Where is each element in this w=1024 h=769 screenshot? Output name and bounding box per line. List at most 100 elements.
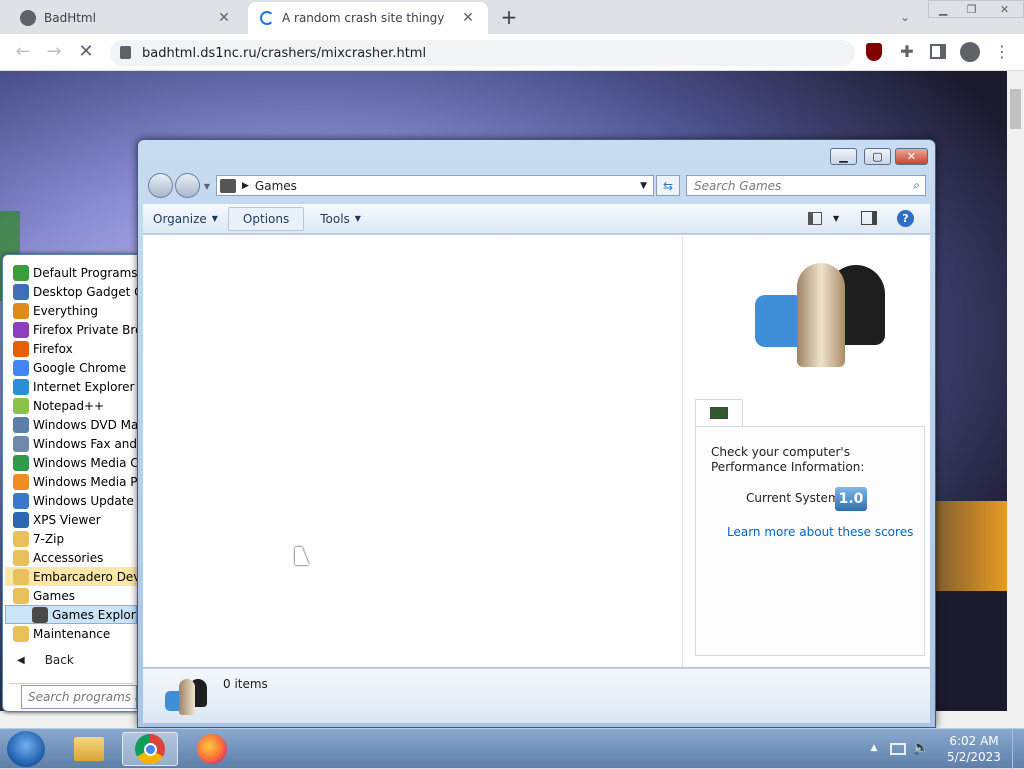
- maximize-button[interactable]: ▢: [864, 148, 891, 165]
- network-icon[interactable]: [890, 743, 906, 755]
- close-button[interactable]: ✕: [895, 148, 928, 165]
- show-desktop-button[interactable]: [1012, 729, 1024, 769]
- start-menu-item[interactable]: Internet Explorer: [5, 377, 137, 396]
- tools-menu[interactable]: Tools ▼: [310, 207, 371, 231]
- ublock-icon[interactable]: [866, 43, 882, 61]
- start-menu-item-label: Default Programs: [33, 265, 137, 280]
- options-button[interactable]: Options: [227, 206, 305, 231]
- start-menu-item[interactable]: Windows Media Player: [5, 472, 137, 491]
- program-icon: [13, 435, 29, 452]
- start-menu-item[interactable]: 7-Zip: [5, 529, 137, 548]
- new-tab-button[interactable]: +: [497, 5, 521, 29]
- taskbar-chrome[interactable]: [122, 732, 178, 766]
- start-menu-item[interactable]: Windows Update: [5, 491, 137, 510]
- learn-more-link[interactable]: Learn more about these scores: [727, 525, 913, 539]
- extensions-icon[interactable]: ✚: [896, 40, 918, 62]
- start-menu-item[interactable]: Games: [5, 586, 137, 605]
- view-options-icon[interactable]: [808, 212, 822, 225]
- menu-dots-icon[interactable]: ⋮: [994, 40, 1010, 62]
- games-content-area[interactable]: Check your computer's Performance Inform…: [143, 235, 930, 667]
- performance-tab[interactable]: [695, 399, 743, 427]
- taskbar-explorer[interactable]: [61, 732, 117, 766]
- nav-back-button[interactable]: [148, 173, 173, 198]
- profile-avatar[interactable]: [960, 42, 980, 62]
- minimize-button[interactable]: ▁: [830, 148, 857, 165]
- start-menu-item[interactable]: Firefox Private Browsing: [5, 320, 137, 339]
- start-menu-item-label: Firefox: [33, 341, 73, 356]
- score-badge: 1.0: [835, 487, 867, 511]
- performance-icon: [710, 407, 728, 419]
- help-icon[interactable]: ?: [897, 210, 914, 227]
- close-tab-icon[interactable]: ✕: [460, 10, 476, 26]
- tab-title: A random crash site thingy: [282, 11, 445, 25]
- taskbar-firefox[interactable]: [184, 732, 240, 766]
- start-menu-item[interactable]: Windows Fax and Scan: [5, 434, 137, 453]
- back-icon[interactable]: ←: [12, 40, 34, 62]
- explorer-address-bar[interactable]: ▶ Games ▼: [216, 175, 654, 196]
- view-dropdown-icon[interactable]: ▼: [833, 214, 839, 223]
- program-icon: [13, 302, 29, 319]
- scroll-thumb[interactable]: [1010, 89, 1021, 129]
- start-menu-item[interactable]: Google Chrome: [5, 358, 137, 377]
- back-button[interactable]: ◀ Back: [11, 650, 135, 670]
- volume-icon[interactable]: 🔈: [912, 739, 930, 757]
- restore-icon[interactable]: ❐: [957, 1, 985, 17]
- address-dropdown-icon[interactable]: ▼: [640, 181, 647, 191]
- refresh-button[interactable]: ⇆: [656, 175, 680, 196]
- start-menu-item-label: Games Explorer: [52, 607, 136, 622]
- start-menu-item[interactable]: Embarcadero Dev-C++: [5, 567, 137, 586]
- start-menu-item-label: Embarcadero Dev-C++: [33, 569, 137, 584]
- start-menu-item[interactable]: Firefox: [5, 339, 137, 358]
- side-panel-icon[interactable]: [930, 44, 946, 59]
- start-menu-item[interactable]: Windows DVD Maker: [5, 415, 137, 434]
- start-menu-item[interactable]: Games Explorer: [5, 605, 137, 624]
- start-menu-item-label: Notepad++: [33, 398, 105, 413]
- search-programs-input[interactable]: Search programs and files: [21, 685, 137, 709]
- recent-pages-icon[interactable]: ▼: [202, 180, 212, 192]
- breadcrumb: Games: [254, 178, 297, 193]
- chevron-down-icon: ▼: [354, 214, 361, 223]
- divider: [9, 683, 133, 684]
- start-menu-item[interactable]: Notepad++: [5, 396, 137, 415]
- start-menu-item[interactable]: Default Programs: [5, 263, 137, 282]
- start-menu-item[interactable]: Desktop Gadget Gallery: [5, 282, 137, 301]
- start-menu-item[interactable]: XPS Viewer: [5, 510, 137, 529]
- tab-crash-site[interactable]: A random crash site thingy ✕: [248, 2, 488, 34]
- start-button[interactable]: [7, 731, 45, 767]
- search-icon[interactable]: ⌕: [913, 178, 920, 193]
- preview-pane-icon[interactable]: [861, 211, 877, 225]
- vertical-scrollbar[interactable]: [1007, 71, 1024, 711]
- minimize-icon[interactable]: ▁: [929, 1, 957, 17]
- stop-icon[interactable]: ✕: [75, 40, 97, 62]
- start-menu-item[interactable]: Everything: [5, 301, 137, 320]
- start-menu-item-label: Maintenance: [33, 626, 111, 641]
- firefox-icon: [197, 734, 227, 764]
- close-tab-icon[interactable]: ✕: [216, 10, 232, 26]
- program-icon: [13, 378, 29, 395]
- clock[interactable]: 6:02 AM 5/2/2023: [944, 733, 1004, 765]
- tab-search-icon[interactable]: ⌄: [896, 8, 914, 26]
- start-menu-item[interactable]: Accessories: [5, 548, 137, 567]
- program-icon: [13, 397, 29, 414]
- tab-title: BadHtml: [44, 11, 96, 25]
- address-bar[interactable]: badhtml.ds1nc.ru/crashers/mixcrasher.htm…: [110, 40, 855, 66]
- program-list: Default Programs Desktop Gadget Gallery Ev…: [5, 263, 137, 643]
- close-window-icon[interactable]: ✕: [986, 1, 1023, 17]
- forward-icon[interactable]: →: [43, 40, 65, 62]
- nav-forward-button[interactable]: [175, 173, 200, 198]
- organize-menu[interactable]: Organize ▼: [143, 207, 228, 231]
- start-menu-item-label: Internet Explorer: [33, 379, 135, 394]
- maximize-icon: ▢: [872, 150, 883, 163]
- background-art-orange: [930, 501, 1007, 591]
- show-hidden-icons-icon[interactable]: ▲: [868, 741, 880, 755]
- start-menu-item[interactable]: Windows Media Center: [5, 453, 137, 472]
- program-icon: [13, 473, 29, 490]
- tab-badhtml[interactable]: BadHtml ✕: [8, 2, 244, 34]
- start-menu-item[interactable]: Maintenance: [5, 624, 137, 643]
- breadcrumb-arrow-icon: ▶: [242, 180, 249, 191]
- clock-date: 5/2/2023: [947, 750, 1001, 764]
- start-menu: Default Programs Desktop Gadget Gallery Ev…: [2, 254, 138, 712]
- games-logo-icon: [747, 261, 887, 373]
- search-games-input[interactable]: Search Games ⌕: [686, 175, 926, 196]
- program-icon: [13, 264, 29, 281]
